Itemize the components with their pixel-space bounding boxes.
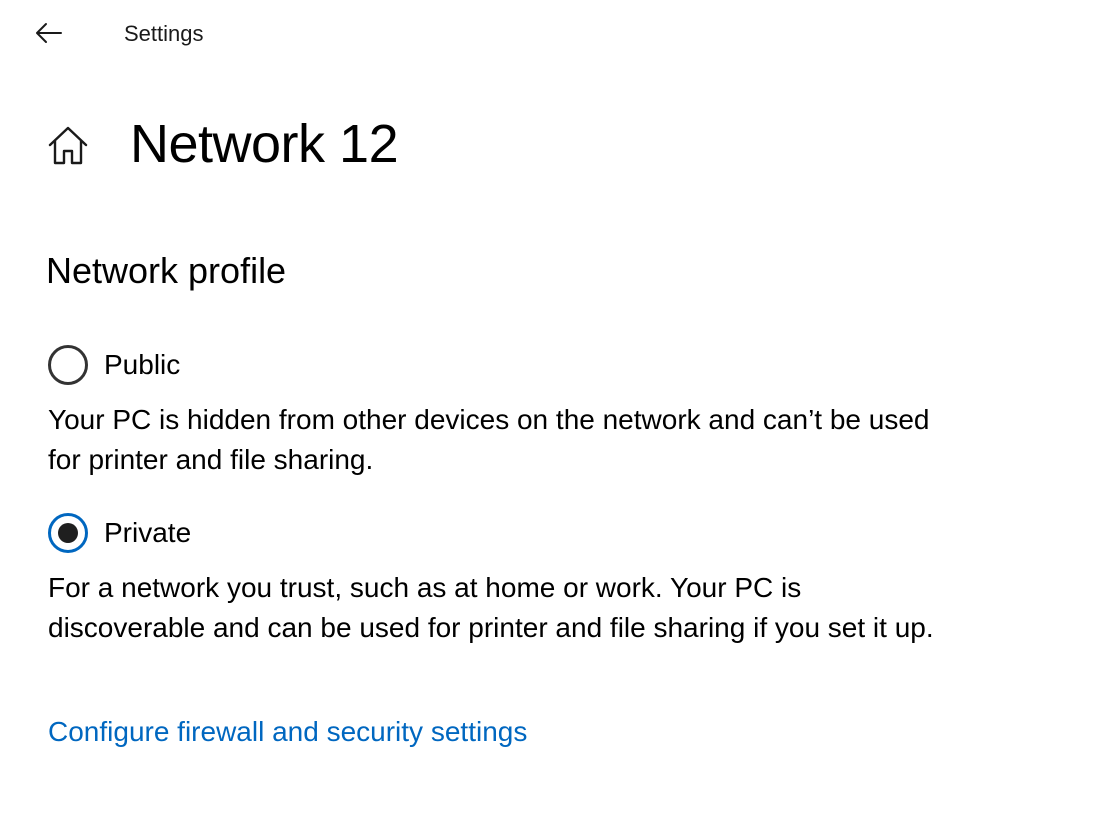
- private-description: For a network you trust, such as at home…: [48, 572, 934, 643]
- public-description: Your PC is hidden from other devices on …: [48, 404, 930, 475]
- back-button[interactable]: [28, 14, 68, 52]
- radio-label-public: Public: [104, 349, 181, 380]
- radio-option-public[interactable]: Public: [46, 345, 180, 385]
- radio-button-public[interactable]: [48, 345, 88, 385]
- radio-label-private: Private: [104, 517, 192, 548]
- section-title-network-profile: Network profile: [46, 250, 287, 291]
- radio-selected-dot: [58, 523, 78, 543]
- app-title: Settings: [124, 21, 204, 46]
- title-bar: Settings: [0, 0, 1102, 68]
- arrow-left-icon: [36, 23, 62, 43]
- configure-firewall-link[interactable]: Configure firewall and security settings: [48, 712, 527, 752]
- home-icon: [48, 126, 88, 165]
- page-title: Network 12: [130, 114, 399, 174]
- radio-button-private[interactable]: [48, 513, 88, 553]
- radio-option-private[interactable]: Private: [46, 513, 191, 553]
